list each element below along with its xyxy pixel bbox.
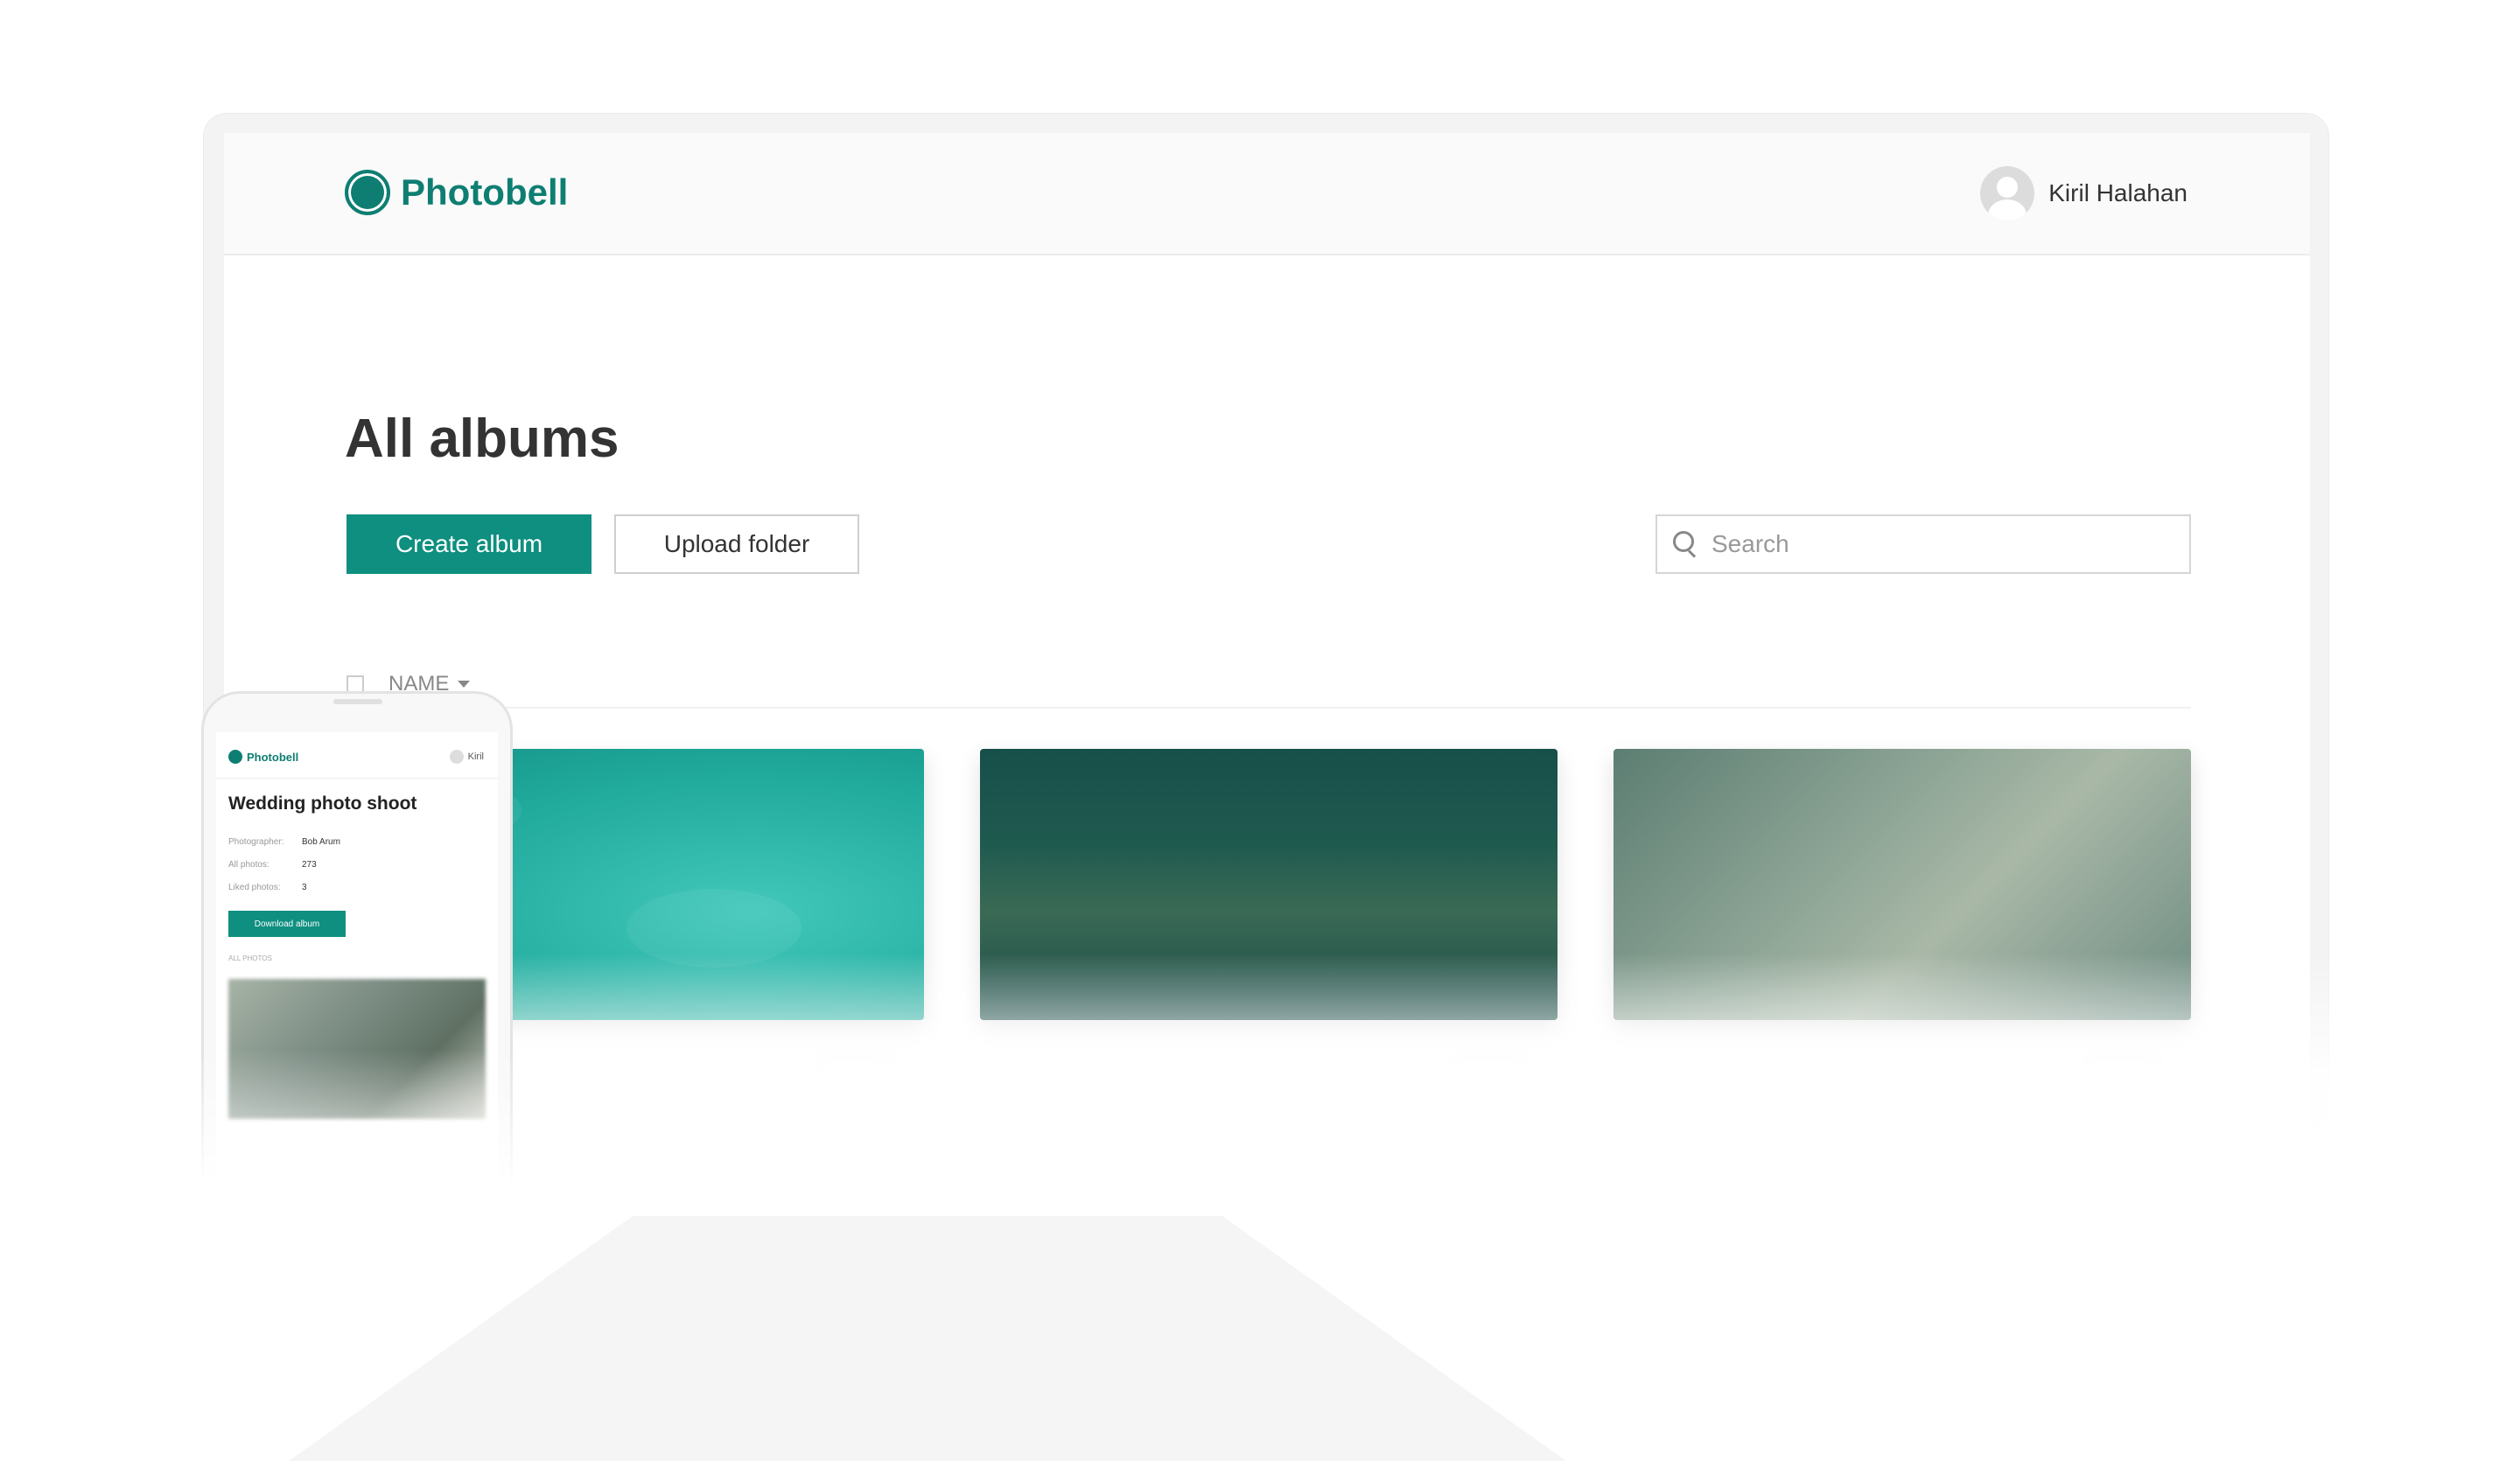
album-list-header: NAME [346, 661, 2191, 709]
logo-icon [228, 750, 242, 764]
info-value: 3 [302, 883, 307, 892]
user-name: Kiril Halahan [2048, 179, 2188, 206]
download-album-button[interactable]: Download album [228, 911, 346, 937]
phone-section-label: ALL PHOTOS [228, 954, 272, 962]
info-value: Bob Arum [302, 837, 340, 847]
select-all-checkbox[interactable] [346, 675, 364, 693]
info-key: Liked photos: [228, 883, 281, 892]
sort-caret-icon[interactable] [458, 681, 471, 688]
user-avatar-icon [449, 750, 464, 764]
phone-user-name: Kiril [467, 751, 484, 762]
user-menu[interactable]: Kiril Halahan [1980, 166, 2188, 220]
phone-bottom-fade [175, 1050, 578, 1242]
upload-folder-button[interactable]: Upload folder [614, 514, 859, 574]
search-icon [1673, 531, 1699, 558]
app-logo[interactable]: Photobell [345, 170, 568, 215]
phone-user-menu[interactable]: Kiril [449, 750, 484, 764]
logo-text: Photobell [401, 171, 569, 213]
info-key: Photographer: [228, 837, 284, 847]
phone-album-title: Wedding photo shoot [228, 793, 417, 814]
search-input[interactable] [1710, 529, 2168, 559]
phone-notch [333, 699, 382, 704]
user-avatar-icon [1980, 166, 2035, 220]
info-value: 273 [302, 860, 317, 870]
phone-logo-text: Photobell [247, 750, 299, 764]
phone-logo[interactable]: Photobell [228, 750, 298, 764]
phone-info-row: Photographer: Bob Arum [228, 837, 340, 847]
page-title: All albums [345, 409, 620, 469]
logo-icon [345, 170, 390, 215]
phone-header-divider [216, 778, 498, 779]
info-key: All photos: [228, 860, 270, 870]
phone-info-row: All photos: 273 [228, 860, 317, 870]
search-box[interactable] [1656, 514, 2191, 574]
app-header: Photobell Kiril Halahan [224, 133, 2310, 255]
phone-info-row: Liked photos: 3 [228, 883, 307, 892]
create-album-button[interactable]: Create album [346, 514, 592, 574]
